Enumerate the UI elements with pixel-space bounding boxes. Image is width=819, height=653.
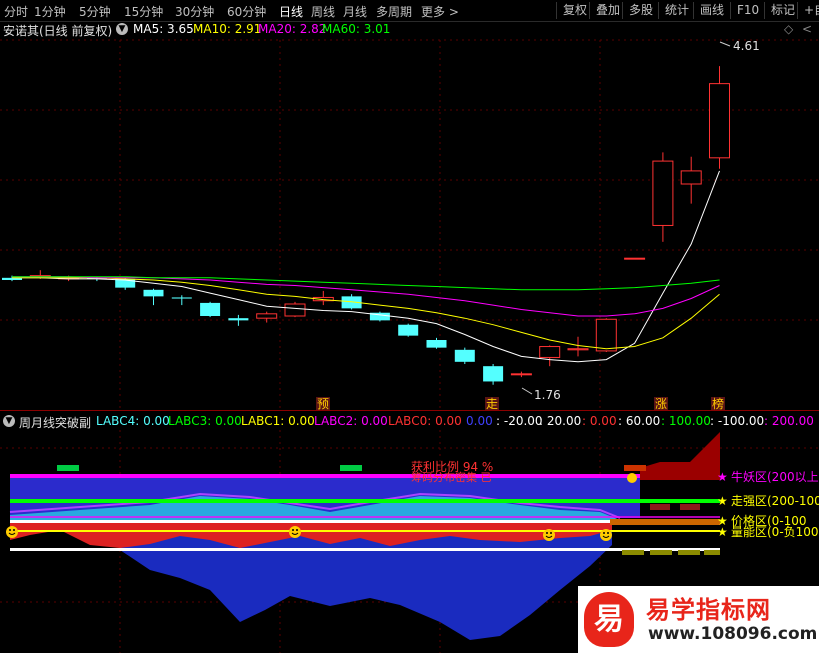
watermark-url: www.108096.com [648, 624, 818, 644]
olive-bar-1 [622, 550, 644, 555]
star-icon: ★ [717, 525, 728, 539]
watermark-title: 易学指标网 [646, 596, 771, 624]
volume-zone-line [10, 530, 720, 532]
smiley-icon [543, 529, 555, 541]
zone-label-volume: 量能区(0-负100 [731, 525, 819, 539]
orange-strip [610, 519, 720, 525]
red-bar-1 [650, 504, 670, 510]
bull-zone-line [10, 474, 720, 478]
zone-label-bull: 牛妖区(200以上 [731, 469, 819, 484]
dark-red-area [640, 432, 720, 480]
zone-label-strong: 走强区(200-100 [731, 494, 819, 508]
zero-line [10, 548, 720, 551]
smiley-icon [289, 526, 301, 538]
watermark: 易 易学指标网 www.108096.com [578, 586, 819, 653]
olive-bar-3 [678, 550, 700, 555]
smiley-icon [600, 529, 612, 541]
green-marker-1 [57, 465, 79, 471]
star-icon: ★ [717, 494, 728, 508]
star-icon: ★ [717, 470, 728, 484]
smiley-icon [627, 473, 637, 483]
magenta-sub-line [10, 516, 720, 518]
orange-marker [624, 465, 646, 471]
olive-bar-4 [704, 550, 720, 555]
green-marker-2 [340, 465, 362, 471]
watermark-logo-icon: 易 [584, 592, 634, 647]
olive-bar-2 [650, 550, 672, 555]
strong-zone-line [10, 499, 720, 503]
smiley-icon [6, 526, 18, 538]
red-bar-2 [680, 504, 700, 510]
indicator-chart: 获利比例 94 % 筹码分布密集 已 ★ 牛妖区(200以上 ★ 走强区(200… [0, 430, 819, 653]
chip-dense-text: 筹码分布密集 已 [411, 470, 492, 484]
